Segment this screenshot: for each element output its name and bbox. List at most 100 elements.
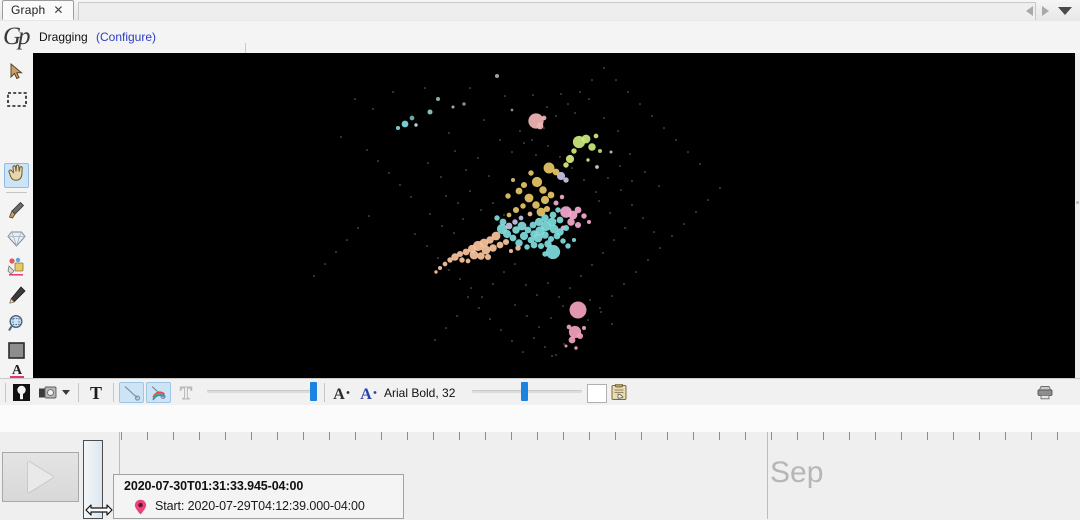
svg-text:T: T: [180, 384, 192, 401]
resize-horizontal-icon: [85, 503, 113, 517]
font-color-a-icon: A: [360, 386, 377, 401]
timeline-tick: [147, 432, 148, 440]
node-font-size-button[interactable]: A: [330, 382, 354, 403]
clipboard-icon: [611, 384, 627, 400]
hand-icon[interactable]: [7, 164, 26, 181]
brush-tool[interactable]: [4, 198, 29, 223]
tab-nav-controls: [1026, 3, 1072, 18]
edge-label-button[interactable]: T: [174, 382, 198, 403]
gephi-graph-window: Graph ✕ Gp Dragging (Configure) A T T A …: [0, 0, 1080, 519]
timeline-tick: [979, 432, 980, 440]
show-node-labels-button[interactable]: [10, 382, 32, 403]
timeline-tick: [381, 432, 382, 440]
timeline-tick: [251, 432, 252, 440]
timeline-tick: [407, 432, 408, 440]
svg-text:A: A: [11, 363, 22, 378]
tooltip-timestamp: 2020-07-30T01:31:33.945-04:00: [124, 479, 304, 493]
timeline-tick: [745, 432, 746, 440]
edge-color-button[interactable]: [146, 382, 171, 403]
edge-rainbow-icon: [151, 386, 166, 401]
rectangle-selection-tool[interactable]: [4, 87, 29, 112]
timeline-tick: [641, 432, 642, 440]
diamond-icon: [7, 231, 26, 247]
timeline-tick: [433, 432, 434, 440]
tab-bar: Graph ✕: [0, 0, 1080, 22]
play-triangle-icon: [27, 461, 54, 493]
timeline-tick: [1057, 432, 1058, 440]
timeline-tick: [797, 432, 798, 440]
timeline-tick: [355, 432, 356, 440]
screenshot-button[interactable]: [36, 382, 58, 403]
graph-toolbar: T T A A Arial Bold, 32: [0, 378, 1080, 407]
map-pin-icon: [134, 499, 147, 518]
timeline-tick: [901, 432, 902, 440]
timeline-tick: [199, 432, 200, 440]
font-size-a-icon: A: [333, 386, 350, 401]
timeline-tick: [1005, 432, 1006, 440]
printer-icon: [1037, 386, 1053, 400]
configure-link[interactable]: (Configure): [96, 30, 156, 44]
edge-weight-slider[interactable]: [207, 390, 315, 393]
cursor-select-tool[interactable]: [4, 59, 29, 84]
diamond-tool[interactable]: [4, 226, 29, 251]
pencil-tool[interactable]: [4, 282, 29, 307]
camera-icon: [38, 386, 56, 399]
tab-graph[interactable]: Graph ✕: [2, 0, 74, 20]
palette-divider: [6, 192, 27, 193]
close-icon[interactable]: ✕: [53, 4, 63, 16]
timeline-tick: [1031, 432, 1032, 440]
timeline-tick: [329, 432, 330, 440]
chevron-right-icon[interactable]: [1042, 5, 1049, 16]
magnifier-icon: [7, 314, 23, 331]
label-attributes-button[interactable]: [609, 382, 629, 403]
toolbar-separator: [5, 383, 6, 402]
text-button[interactable]: T: [84, 382, 108, 403]
timeline-tick: [563, 432, 564, 440]
timeline-tick: [173, 432, 174, 440]
font-name-label[interactable]: Arial Bold, 32: [384, 386, 455, 400]
chevron-down-icon[interactable]: [1058, 6, 1072, 15]
export-button[interactable]: [1035, 382, 1055, 403]
timeline-gridline: [767, 432, 768, 519]
edge-weight-slider-knob[interactable]: [310, 382, 317, 401]
outline-t-icon: T: [179, 384, 192, 401]
magnifier-tool[interactable]: [4, 310, 29, 335]
label-color-swatch[interactable]: [587, 384, 607, 403]
paintbrush-icon: [8, 201, 25, 219]
mode-label: Dragging: [39, 30, 88, 44]
timeline-tick: [927, 432, 928, 440]
timeline-tick: [771, 432, 772, 440]
edge-toggle-button[interactable]: [119, 382, 144, 403]
timeline-tick: [537, 432, 538, 440]
palette-icon: [7, 257, 24, 276]
timeline-tick: [667, 432, 668, 440]
label-size-slider-knob[interactable]: [521, 382, 528, 401]
toolbar-separator-4: [324, 383, 325, 402]
edge-line-icon: [124, 386, 141, 401]
timeline-tick: [459, 432, 460, 440]
play-button[interactable]: [2, 452, 79, 502]
arrow-cursor-icon: [10, 63, 23, 80]
tab-graph-label: Graph: [11, 3, 46, 17]
graph-canvas[interactable]: [33, 53, 1075, 378]
canvas-vertical-scrollbar[interactable]: [1075, 53, 1080, 378]
timeline-tick: [875, 432, 876, 440]
timeline-tick: [615, 432, 616, 440]
chevron-left-icon[interactable]: [1026, 5, 1033, 16]
timeline-tick: [693, 432, 694, 440]
screenshot-dropdown-icon[interactable]: [62, 390, 70, 395]
timeline-tick: [849, 432, 850, 440]
square-icon: [8, 342, 25, 359]
timeline-tick: [225, 432, 226, 440]
tooltip-start-label: Start: 2020-07-29T04:12:39.000-04:00: [155, 499, 365, 513]
timeline-tick: [953, 432, 954, 440]
big-t-icon: T: [90, 384, 102, 401]
timeline-tick: [719, 432, 720, 440]
painter-tool[interactable]: [4, 254, 29, 279]
node-font-color-button[interactable]: A: [357, 382, 381, 403]
tab-bar-filler: [78, 2, 1036, 20]
timeline-tooltip: 2020-07-30T01:31:33.945-04:00 Start: 202…: [113, 474, 404, 519]
timeline-tick: [485, 432, 486, 440]
pencil-icon: [8, 285, 26, 304]
graph-scatter-plot: [313, 67, 721, 357]
